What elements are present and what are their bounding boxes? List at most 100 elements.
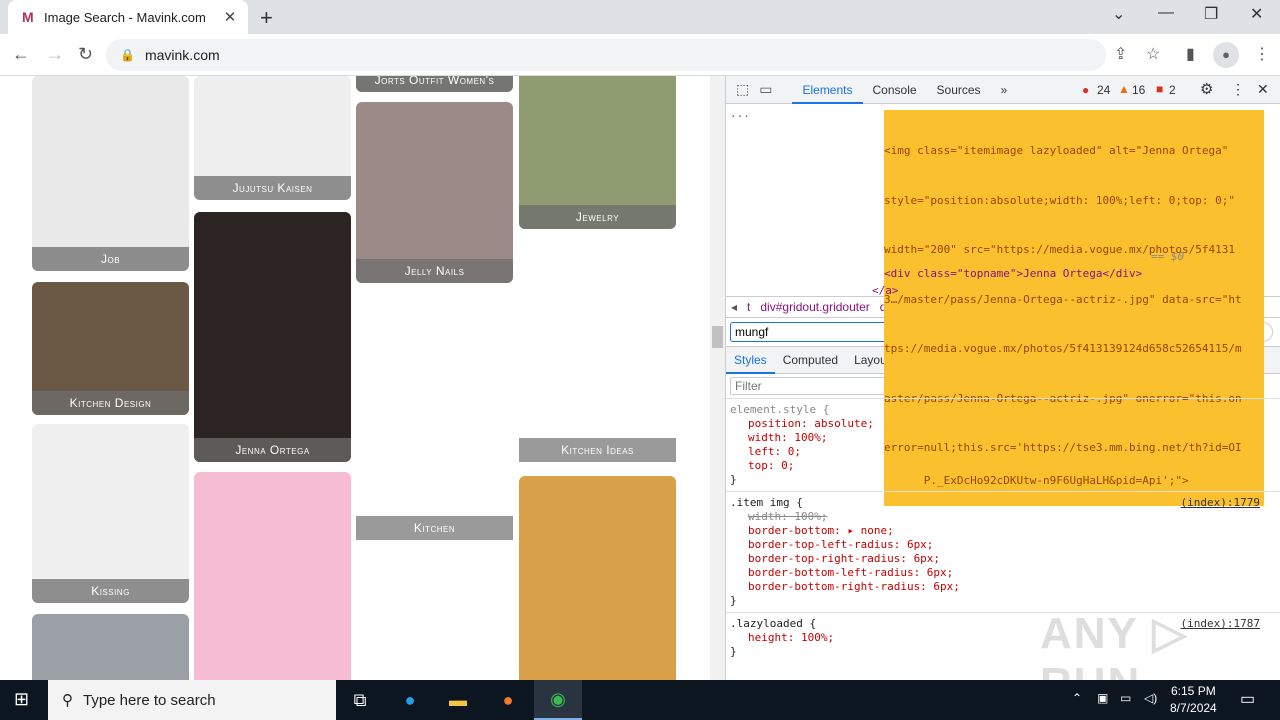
breadcrumb-left-arrow-icon[interactable]: ◂ — [726, 300, 742, 314]
meet-now-icon[interactable]: ▣ — [1097, 691, 1108, 705]
share-icon[interactable]: ⇪ — [1114, 44, 1127, 64]
dom-ellipsis[interactable]: ... — [730, 106, 750, 123]
dom-line[interactable]: </a> — [872, 283, 899, 300]
breadcrumb-item[interactable]: t — [742, 300, 755, 314]
devtools-menu-icon[interactable]: ⋮ — [1231, 81, 1245, 98]
profile-avatar[interactable]: ● — [1213, 42, 1239, 68]
image-card-jewelry[interactable]: Jewelry — [519, 76, 676, 229]
tab-strip: M Image Search - Mavink.com ✕ + ⌄ — ❐ ✕ — [0, 0, 1280, 34]
more-tabs-icon[interactable]: » — [991, 76, 1018, 104]
error-count[interactable]: 24 — [1097, 83, 1110, 97]
dom-line: <img class="itemimage lazyloaded" alt="J… — [884, 144, 1229, 157]
rule-property[interactable]: border-bottom-left-radius: 6px; — [730, 566, 1276, 580]
image-card-kitchen-design[interactable]: Kitchen Design — [32, 282, 189, 415]
browser-tab[interactable]: M Image Search - Mavink.com ✕ — [8, 0, 248, 34]
dom-line[interactable]: <div class="topname">Jenna Ortega</div> — [884, 266, 1142, 283]
notifications-icon[interactable]: ▭ — [1240, 689, 1255, 709]
image-card-kitchen-ideas[interactable]: Kitchen Ideas — [519, 438, 676, 462]
image-card[interactable] — [194, 472, 351, 680]
network-icon[interactable]: ▭ — [1120, 691, 1131, 705]
selected-marker: == $0 — [1151, 250, 1185, 263]
page-scrollbar[interactable] — [710, 76, 725, 680]
devtools-close-icon[interactable]: ✕ — [1257, 81, 1269, 98]
rule-close-brace: } — [730, 473, 737, 486]
image-card-kissing[interactable]: Kissing — [32, 424, 189, 603]
lock-icon[interactable]: 🔒 — [120, 48, 135, 62]
task-view-icon[interactable]: ⧉ — [336, 680, 384, 720]
show-hidden-icons[interactable]: ⌃ — [1072, 691, 1082, 705]
tab-computed[interactable]: Computed — [775, 346, 846, 374]
image-card[interactable] — [519, 476, 676, 680]
system-clock[interactable]: 6:15 PM 8/7/2024 — [1170, 683, 1217, 717]
image-card-jujutsu-kaisen[interactable]: Jujutsu Kaisen — [194, 76, 351, 200]
image-card-jorts-outfit[interactable]: Jorts Outfit Women's — [356, 76, 513, 92]
rule-property[interactable]: position: absolute; — [730, 417, 1276, 431]
rule-property[interactable]: left: 0; — [730, 445, 1276, 459]
tab-sources[interactable]: Sources — [927, 76, 991, 104]
image-card-kitchen[interactable]: Kitchen — [356, 516, 513, 540]
rule-property[interactable]: top: 0; — [730, 459, 1276, 473]
dom-line: 3…/master/pass/Jenna-Ortega--actriz-.jpg… — [884, 292, 1242, 306]
browser-menu-icon[interactable]: ⋮ — [1254, 44, 1270, 64]
tab-styles[interactable]: Styles — [726, 346, 775, 374]
rule-source-link[interactable]: (index):1779 — [1181, 496, 1260, 510]
card-caption: Jujutsu Kaisen — [194, 176, 351, 200]
device-toolbar-icon[interactable]: ▭ — [759, 81, 772, 98]
chrome-icon[interactable]: ◉ — [534, 680, 582, 720]
inspect-element-icon[interactable]: ⬚ — [736, 81, 749, 98]
mavink-favicon-icon: M — [22, 9, 34, 25]
image-card-jenna-ortega[interactable]: Jenna Ortega — [194, 212, 351, 462]
windows-start-icon[interactable]: ⊞ — [14, 689, 29, 710]
devtools-panel: ⬚ ▭ Elements Console Sources » ● 24 ▲ 16… — [725, 76, 1280, 680]
clock-date: 8/7/2024 — [1170, 701, 1217, 715]
minimize-button[interactable]: — — [1158, 4, 1174, 22]
address-bar[interactable]: 🔒 mavink.com — [106, 39, 1106, 71]
volume-icon[interactable]: ◁) — [1144, 691, 1157, 705]
url-text[interactable]: mavink.com — [145, 47, 220, 63]
issues-count[interactable]: 2 — [1169, 83, 1176, 97]
warning-icon: ▲ — [1118, 82, 1130, 96]
rule-close-brace: } — [730, 594, 737, 607]
tab-title: Image Search - Mavink.com — [44, 9, 206, 25]
new-tab-button[interactable]: + — [260, 5, 273, 31]
rule-property[interactable]: border-bottom-right-radius: 6px; — [730, 580, 1276, 594]
side-panel-icon[interactable]: ▮ — [1186, 44, 1195, 64]
style-rule[interactable]: element.style { position: absolute; widt… — [726, 398, 1280, 491]
warning-count[interactable]: 16 — [1132, 83, 1145, 97]
back-icon[interactable]: ← — [12, 44, 30, 65]
dom-tree[interactable]: ... <img class="itemimage lazyloaded" al… — [726, 104, 1280, 506]
restore-button[interactable]: ❐ — [1204, 4, 1218, 24]
dom-line: style="position:absolute;width: 100%;lef… — [884, 193, 1235, 207]
image-card[interactable] — [32, 614, 189, 680]
style-rule[interactable]: .item img { (index):1779 width: 100%; bo… — [726, 491, 1280, 612]
taskbar-search[interactable]: ⚲ Type here to search — [48, 680, 336, 720]
rule-property-overridden[interactable]: width: 100%; — [730, 510, 1276, 524]
taskbar-search-placeholder[interactable]: Type here to search — [83, 692, 216, 709]
file-explorer-icon[interactable]: ▬ — [434, 680, 482, 720]
rule-property[interactable]: border-top-right-radius: 6px; — [730, 552, 1276, 566]
card-caption: Kissing — [32, 579, 189, 603]
windows-taskbar: ⊞ ⚲ Type here to search ⧉ ● ▬ ● ◉ ⌃ ▣ ▭ … — [0, 680, 1280, 720]
tab-console[interactable]: Console — [863, 76, 927, 104]
card-caption: Jenna Ortega — [194, 438, 351, 462]
rule-property[interactable]: width: 100%; — [730, 431, 1276, 445]
tab-elements[interactable]: Elements — [792, 76, 863, 104]
tab-close-icon[interactable]: ✕ — [222, 8, 238, 26]
reload-icon[interactable]: ↻ — [78, 44, 93, 65]
settings-gear-icon[interactable]: ⚙ — [1200, 80, 1213, 98]
card-caption: Jewelry — [519, 205, 676, 229]
close-window-button[interactable]: ✕ — [1250, 4, 1263, 24]
firefox-icon[interactable]: ● — [484, 680, 532, 720]
breadcrumb-item[interactable]: div#gridout.gridouter — [755, 300, 874, 314]
rule-property[interactable]: border-top-left-radius: 6px; — [730, 538, 1276, 552]
issues-icon: ■ — [1156, 82, 1164, 96]
image-card-job[interactable]: Job — [32, 76, 189, 271]
tab-search-icon[interactable]: ⌄ — [1112, 4, 1125, 24]
scrollbar-thumb[interactable] — [712, 326, 723, 348]
forward-icon[interactable]: → — [46, 44, 64, 65]
rule-property[interactable]: border-bottom: ▸ none; — [730, 524, 1276, 538]
card-caption: Job — [32, 247, 189, 271]
bookmark-star-icon[interactable]: ☆ — [1146, 44, 1160, 64]
edge-icon[interactable]: ● — [386, 680, 434, 720]
image-card-jelly-nails[interactable]: Jelly Nails — [356, 102, 513, 283]
